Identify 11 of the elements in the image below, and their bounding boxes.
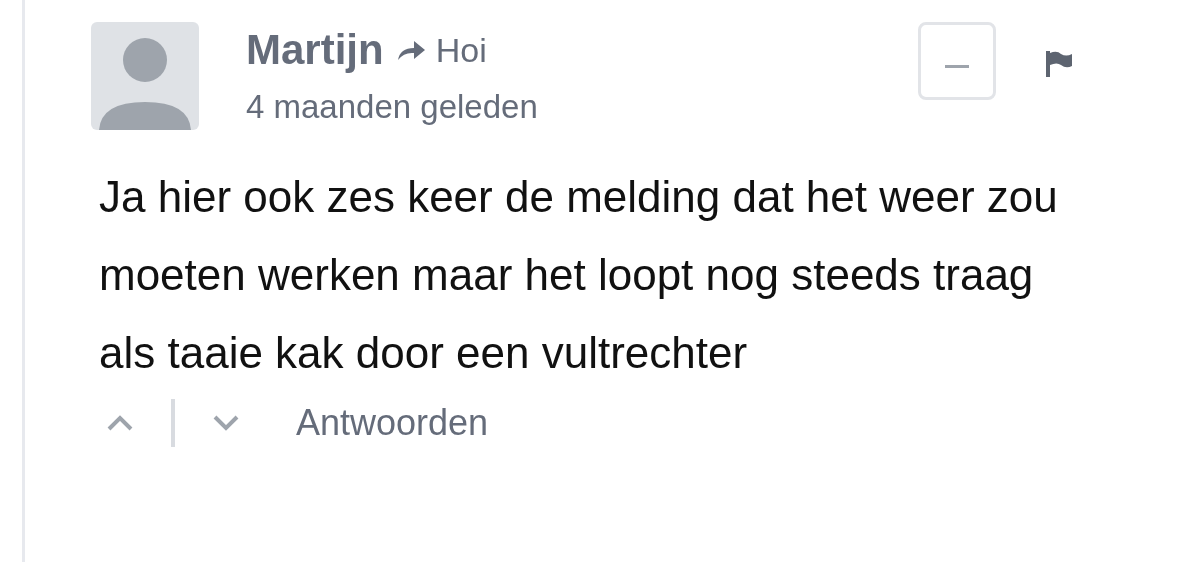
reply-to-name[interactable]: Hoi xyxy=(435,30,487,70)
downvote-icon[interactable] xyxy=(211,413,241,433)
flag-icon[interactable] xyxy=(1043,50,1073,78)
reply-arrow-icon xyxy=(395,38,426,62)
author-name[interactable]: Martijn xyxy=(246,26,384,74)
collapse-button[interactable] xyxy=(918,22,996,100)
reply-link[interactable]: Antwoorden xyxy=(296,402,489,444)
upvote-icon[interactable] xyxy=(105,413,135,433)
avatar-icon xyxy=(91,22,199,130)
comment-text: Ja hier ook zes keer de melding dat het weer zou moeten werken maar het loopt nog steeds traag als taaie kak door een vultrechter xyxy=(99,171,1059,379)
timestamp[interactable]: 4 maanden geleden xyxy=(246,88,916,126)
